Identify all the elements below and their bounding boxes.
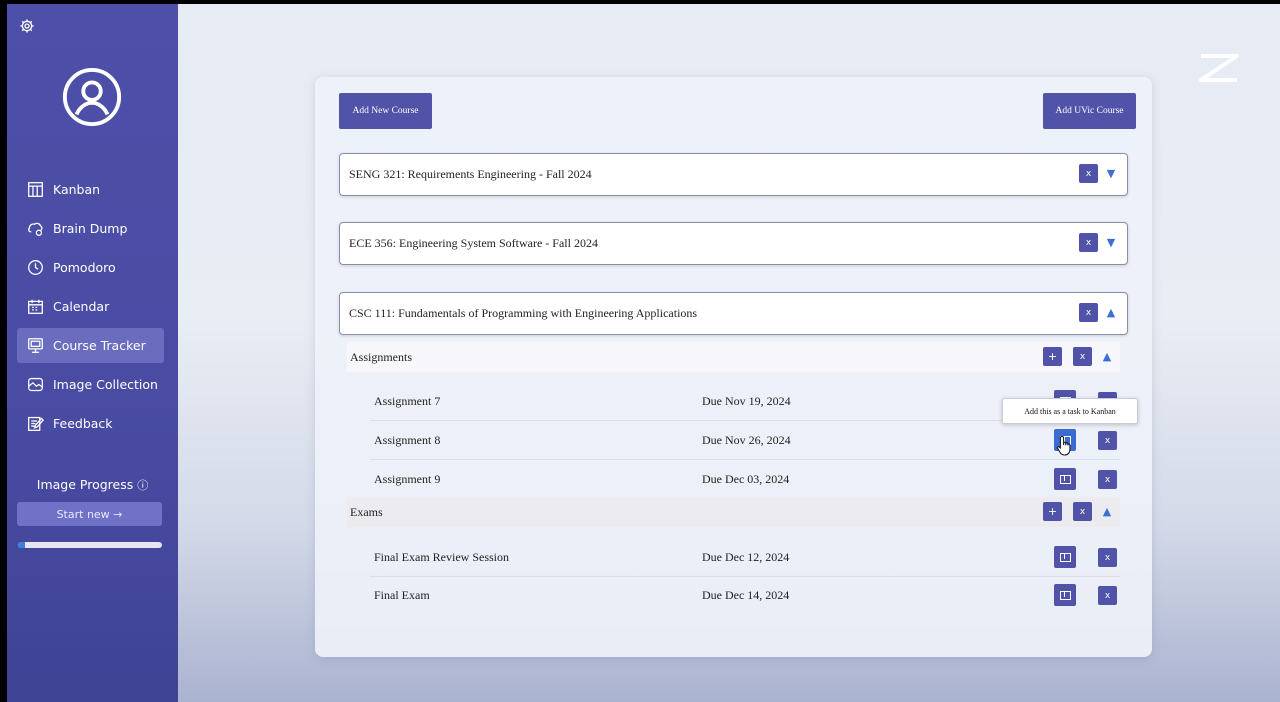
sidebar-item-label: Image Collection [53,377,158,392]
course-title: CSC 111: Fundamentals of Programming wit… [349,306,698,320]
course-title: ECE 356: Engineering System Software - F… [349,236,598,250]
image-progress-fill [18,542,26,548]
add-to-kanban-button[interactable] [1054,546,1076,568]
sidebar-item-brain-dump[interactable]: Brain Dump [17,211,164,246]
collapse-chevron-icon[interactable]: ▲ [1106,306,1116,319]
item-name: Final Exam [374,588,430,602]
sidebar-nav: Kanban Brain Dump Pomodoro Calendar Cour… [17,172,164,445]
item-due-date: Due Nov 26, 2024 [702,433,791,447]
sidebar-item-image-collection[interactable]: Image Collection [17,367,164,402]
course-controls: x ▲ [1079,303,1116,322]
add-to-kanban-button[interactable] [1054,584,1076,606]
capcut-logo-icon [1199,54,1239,82]
remove-section-button[interactable]: x [1073,502,1092,521]
add-uvic-course-button[interactable]: Add UVic Course [1043,93,1136,129]
sidebar-item-label: Calendar [53,299,110,314]
gear-icon[interactable] [19,18,35,34]
sidebar-item-label: Pomodoro [53,260,116,275]
brain-icon [28,222,43,236]
expand-chevron-icon[interactable]: ▼ [1106,167,1116,180]
remove-item-button[interactable]: x [1098,586,1117,605]
feedback-icon [28,416,44,431]
remove-course-button[interactable]: x [1079,164,1098,183]
item-name: Assignment 7 [374,394,441,408]
sidebar-item-label: Brain Dump [53,221,128,236]
section-title: Exams [350,504,383,519]
sidebar: Kanban Brain Dump Pomodoro Calendar Cour… [7,4,178,702]
section-header-exams[interactable]: Exams + x ▲ [347,497,1120,527]
list-item: Final Exam Review Session Due Dec 12, 20… [370,538,1120,577]
avatar-icon[interactable] [61,66,123,128]
add-item-button[interactable]: + [1043,502,1062,521]
course-title: SENG 321: Requirements Engineering - Fal… [349,167,592,181]
hand-cursor-icon [1056,435,1071,456]
remove-section-button[interactable]: x [1073,347,1092,366]
sidebar-item-label: Course Tracker [53,338,146,353]
calendar-icon [28,299,43,314]
add-to-kanban-button[interactable] [1054,468,1076,490]
clock-icon [28,260,43,275]
course-card[interactable]: SENG 321: Requirements Engineering - Fal… [339,153,1128,196]
image-icon [28,377,43,392]
sidebar-item-label: Feedback [53,416,113,431]
sidebar-item-kanban[interactable]: Kanban [17,172,164,207]
collapse-chevron-icon[interactable]: ▲ [1102,350,1112,363]
sidebar-item-label: Kanban [53,182,101,197]
remove-item-button[interactable]: x [1098,431,1117,450]
add-new-course-button[interactable]: Add New Course [339,93,432,129]
remove-item-button[interactable]: x [1098,548,1117,567]
kanban-board-icon [1059,474,1071,484]
list-item: Assignment 9 Due Dec 03, 2024 x [370,460,1120,498]
kanban-board-icon [1059,552,1071,562]
kanban-board-icon [1059,590,1071,600]
section-controls: + x ▲ [1043,347,1112,366]
item-name: Assignment 8 [374,433,441,447]
item-due-date: Due Dec 12, 2024 [702,550,790,564]
course-controls: x ▼ [1079,164,1116,183]
info-icon[interactable]: ⓘ [137,477,148,493]
course-card[interactable]: CSC 111: Fundamentals of Programming wit… [339,292,1128,335]
sidebar-item-feedback[interactable]: Feedback [17,406,164,441]
list-item: Final Exam Due Dec 14, 2024 x [370,576,1120,614]
section-controls: + x ▲ [1043,502,1112,521]
kanban-tooltip: Add this as a task to Kanban [1002,398,1138,424]
app-window: Kanban Brain Dump Pomodoro Calendar Cour… [7,4,1280,702]
collapse-chevron-icon[interactable]: ▲ [1102,505,1112,518]
section-title: Assignments [350,349,413,364]
expand-chevron-icon[interactable]: ▼ [1106,236,1116,249]
item-due-date: Due Dec 03, 2024 [702,472,790,486]
remove-course-button[interactable]: x [1079,303,1098,322]
item-due-date: Due Dec 14, 2024 [702,588,790,602]
item-due-date: Due Nov 19, 2024 [702,394,791,408]
remove-course-button[interactable]: x [1079,233,1098,252]
image-progress-text: Image Progress [36,477,134,492]
item-name: Assignment 9 [374,472,441,486]
list-item: Assignment 8 Due Nov 26, 2024 x [370,421,1120,460]
image-progress-label: Image Progress ⓘ [7,477,178,493]
add-item-button[interactable]: + [1043,347,1062,366]
course-controls: x ▼ [1079,233,1116,252]
sidebar-item-calendar[interactable]: Calendar [17,289,164,324]
sidebar-item-course-tracker[interactable]: Course Tracker [17,328,164,363]
remove-item-button[interactable]: x [1098,470,1117,489]
start-new-button[interactable]: Start new → [17,502,162,526]
course-tracker-panel: Add New Course Add UVic Course SENG 321:… [315,77,1152,657]
section-header-assignments[interactable]: Assignments + x ▲ [347,342,1120,372]
kanban-icon [28,182,43,197]
sidebar-item-pomodoro[interactable]: Pomodoro [17,250,164,285]
monitor-icon [28,338,43,353]
image-progress-bar [18,542,162,548]
course-card[interactable]: ECE 356: Engineering System Software - F… [339,222,1128,265]
item-name: Final Exam Review Session [374,550,509,564]
